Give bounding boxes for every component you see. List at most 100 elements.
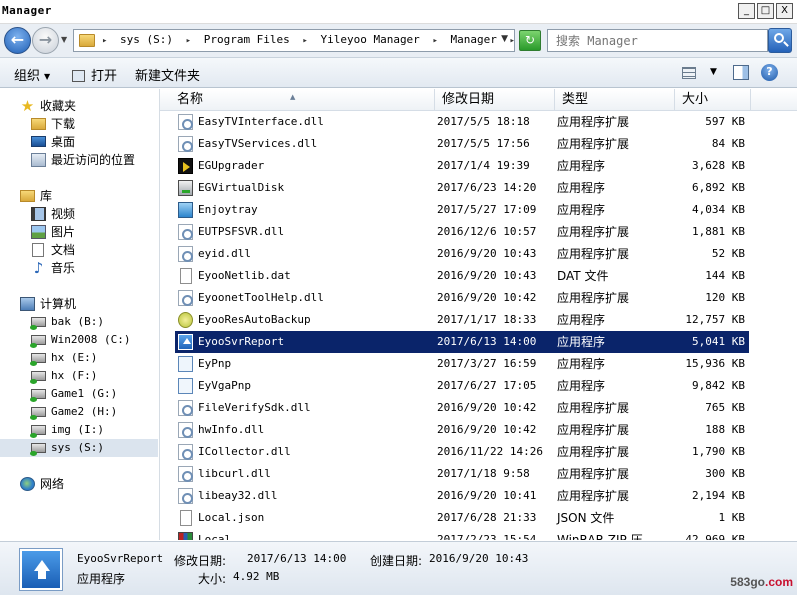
path-history-dropdown[interactable]: ▼ [501, 34, 508, 44]
nav-recent-places[interactable]: 最近访问的位置 [0, 151, 158, 169]
forward-button[interactable]: → [32, 27, 59, 54]
breadcrumb-separator[interactable]: ▸ [432, 36, 437, 46]
details-file-name: EyooSvrReport [77, 552, 164, 565]
close-button[interactable]: X [776, 3, 793, 19]
organize-button[interactable]: 组织 ▼ [14, 65, 50, 84]
file-size: 52 KB [711, 247, 745, 260]
nav-drive-img[interactable]: img (I:) [0, 421, 158, 439]
file-size: 6,892 KB [692, 181, 745, 194]
column-type[interactable]: 类型 [555, 89, 675, 111]
nav-libraries[interactable]: 库 [0, 187, 158, 205]
breadcrumb-separator[interactable]: ▸ [302, 36, 307, 46]
breadcrumb-separator[interactable]: ▸ [186, 36, 191, 46]
file-row[interactable]: ICollector.dll 2016/11/22 14:26 应用程序扩展 1,79… [175, 441, 749, 463]
nav-computer[interactable]: 计算机 [0, 295, 158, 313]
column-size[interactable]: 大小 [675, 89, 751, 111]
file-size: 1 KB [718, 511, 746, 524]
dll-icon [178, 290, 193, 306]
json-file-icon [180, 510, 192, 526]
nav-downloads[interactable]: 下载 [0, 115, 158, 133]
file-date-modified: 2017/1/18 9:58 [437, 467, 530, 480]
breadcrumb-separator[interactable]: ▸ [509, 36, 514, 46]
computer-icon [20, 297, 35, 311]
desktop-icon [31, 136, 46, 147]
back-button[interactable]: ← [4, 27, 31, 54]
file-name: FileVerifySdk.dll [198, 401, 311, 414]
file-row[interactable]: Enjoytray 2017/5/27 17:09 应用程序 4,034 KB [175, 199, 749, 221]
nav-desktop[interactable]: 桌面 [0, 133, 158, 151]
search-input[interactable] [547, 29, 768, 52]
nav-music[interactable]: ♪ 音乐 [0, 259, 158, 277]
nav-drive-hx-f[interactable]: hx (F:) [0, 367, 158, 385]
file-row[interactable]: Local.json 2017/6/28 21:33 JSON 文件 1 KB [175, 507, 749, 529]
file-name: Enjoytray [198, 203, 258, 216]
file-row[interactable]: EyVgaPnp 2017/6/27 17:05 应用程序 9,842 KB [175, 375, 749, 397]
nav-network[interactable]: 网络 [0, 475, 158, 493]
nav-drive-win2008[interactable]: Win2008 (C:) [0, 331, 158, 349]
file-row[interactable]: EyooSvrReport 2017/6/13 14:00 应用程序 5,041 KB [175, 331, 749, 353]
file-row[interactable]: libeay32.dll 2016/9/20 10:41 应用程序扩展 2,194 K… [175, 485, 749, 507]
refresh-button[interactable]: ↻ [519, 30, 541, 51]
preview-pane-icon[interactable] [733, 65, 749, 80]
file-size: 765 KB [705, 401, 745, 414]
maximize-button[interactable]: □ [757, 3, 774, 19]
file-row[interactable]: EasyTVServices.dll 2017/5/5 17:56 应用程序扩展 84… [175, 133, 749, 155]
new-folder-button[interactable]: 新建文件夹 [135, 65, 200, 84]
column-date-modified[interactable]: 修改日期 [435, 89, 555, 111]
file-date-modified: 2017/3/27 16:59 [437, 357, 537, 370]
file-row[interactable]: hwInfo.dll 2016/9/20 10:42 应用程序扩展 188 KB [175, 419, 749, 441]
help-icon[interactable]: ? [761, 64, 778, 81]
file-row[interactable]: Local 2017/2/23 15:54 WinRAR ZIP 压 42,969 K… [175, 529, 749, 540]
open-button[interactable]: 打开 [72, 65, 117, 84]
file-type: 应用程序 [557, 335, 606, 349]
address-bar: ← → ▼ ▸ sys (S:) ▸ Program Files ▸ Yiley… [0, 24, 797, 58]
nav-drive-hx-e[interactable]: hx (E:) [0, 349, 158, 367]
search-button[interactable] [768, 28, 792, 53]
minimize-button[interactable]: _ [738, 3, 755, 19]
file-row[interactable]: eyid.dll 2016/9/20 10:43 应用程序扩展 52 KB [175, 243, 749, 265]
nav-documents[interactable]: 文档 [0, 241, 158, 259]
view-options-dropdown[interactable]: ▼ [710, 67, 717, 77]
breadcrumb-manager[interactable]: Manager [450, 33, 496, 46]
virtual-disk-icon [178, 180, 193, 196]
file-row[interactable]: FileVerifySdk.dll 2016/9/20 10:42 应用程序扩展 76… [175, 397, 749, 419]
drive-icon [30, 353, 46, 366]
column-name[interactable]: ▲ 名称 [170, 89, 435, 111]
file-row[interactable]: EGUpgrader 2017/1/4 19:39 应用程序 3,628 KB [175, 155, 749, 177]
open-icon [72, 70, 85, 82]
dll-icon [178, 444, 193, 460]
library-icon [20, 190, 35, 202]
nav-videos[interactable]: 视频 [0, 205, 158, 223]
nav-pictures[interactable]: 图片 [0, 223, 158, 241]
dll-icon [178, 114, 193, 130]
file-row[interactable]: EasyTVInterface.dll 2017/5/5 18:18 应用程序扩展 5… [175, 111, 749, 133]
navigation-pane: ★ 收藏夹 下载 桌面 最近访问的位置 库 视频 图片 文档 ♪ 音乐 计算机 … [0, 89, 160, 540]
file-row[interactable]: EyPnp 2017/3/27 16:59 应用程序 15,936 KB [175, 353, 749, 375]
breadcrumb-program-files[interactable]: Program Files [204, 33, 290, 46]
file-row[interactable]: EUTPSFSVR.dll 2016/12/6 10:57 应用程序扩展 1,881 … [175, 221, 749, 243]
file-size: 597 KB [705, 115, 745, 128]
file-row[interactable]: EGVirtualDisk 2017/6/23 14:20 应用程序 6,892 KB [175, 177, 749, 199]
nav-drive-game2[interactable]: Game2 (H:) [0, 403, 158, 421]
command-toolbar: 组织 ▼ 打开 新建文件夹 ▼ ? [0, 58, 797, 88]
nav-drive-sys[interactable]: sys (S:) [0, 439, 158, 457]
file-row[interactable]: libcurl.dll 2017/1/18 9:58 应用程序扩展 300 KB [175, 463, 749, 485]
view-options-icon[interactable] [682, 67, 696, 79]
file-name: libeay32.dll [198, 489, 278, 502]
file-row[interactable]: EyooResAutoBackup 2017/1/17 18:33 应用程序 12,7… [175, 309, 749, 331]
recent-pages-dropdown[interactable]: ▼ [61, 35, 67, 44]
file-row[interactable]: EyooNetlib.dat 2016/9/20 10:43 DAT 文件 144 K… [175, 265, 749, 287]
breadcrumb-sys-drive[interactable]: sys (S:) [120, 33, 173, 46]
file-type: 应用程序扩展 [557, 115, 630, 129]
file-size: 144 KB [705, 269, 745, 282]
path-box[interactable]: ▸ sys (S:) ▸ Program Files ▸ Yileyoo Man… [73, 29, 515, 52]
breadcrumb-yileyoo-manager[interactable]: Yileyoo Manager [320, 33, 419, 46]
file-type: 应用程序扩展 [557, 137, 630, 151]
nav-drive-game1[interactable]: Game1 (G:) [0, 385, 158, 403]
file-name: EGUpgrader [198, 159, 265, 172]
file-row[interactable]: EyoonetToolHelp.dll 2016/9/20 10:42 应用程序扩展… [175, 287, 749, 309]
tray-app-icon [178, 202, 193, 218]
nav-drive-bak[interactable]: bak (B:) [0, 313, 158, 331]
breadcrumb-separator[interactable]: ▸ [102, 36, 107, 46]
nav-favorites[interactable]: ★ 收藏夹 [0, 97, 158, 115]
